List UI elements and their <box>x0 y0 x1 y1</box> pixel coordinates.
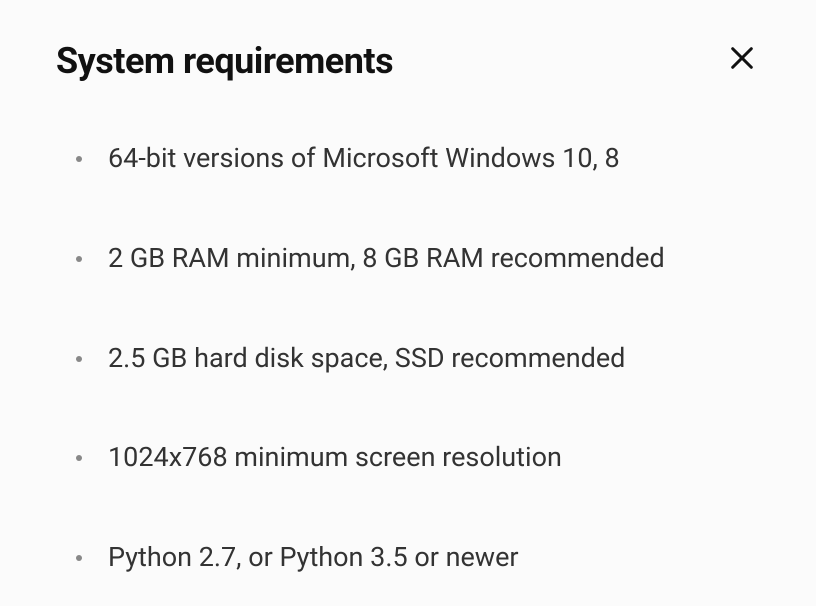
requirements-list: 64-bit versions of Microsoft Windows 10,… <box>56 140 760 577</box>
list-item: Python 2.7, or Python 3.5 or newer <box>76 539 760 577</box>
close-icon <box>728 44 756 72</box>
list-item: 1024x768 minimum screen resolution <box>76 439 760 477</box>
close-button[interactable] <box>724 40 760 76</box>
page-title: System requirements <box>56 40 393 82</box>
list-item: 64-bit versions of Microsoft Windows 10,… <box>76 140 760 178</box>
list-item: 2 GB RAM minimum, 8 GB RAM recommended <box>76 240 760 278</box>
list-item: 2.5 GB hard disk space, SSD recommended <box>76 340 760 378</box>
